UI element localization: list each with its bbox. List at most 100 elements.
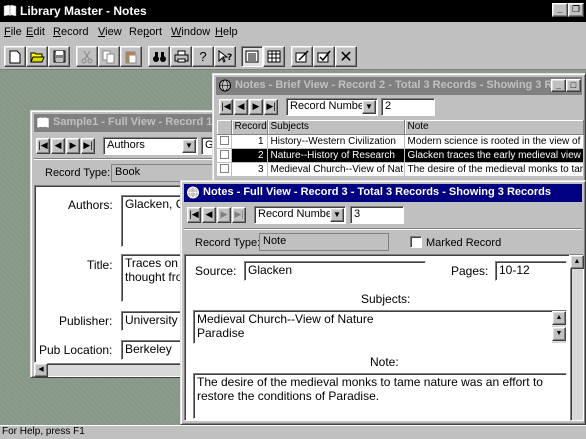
chevron-down-icon[interactable]: ▼ bbox=[330, 208, 344, 222]
menu-file[interactable]: File bbox=[4, 26, 22, 38]
scroll-left-icon[interactable]: ◀ bbox=[34, 363, 48, 377]
subjects-cell: Nature--History of Research bbox=[267, 148, 405, 163]
record-cell: 2 bbox=[231, 148, 268, 163]
prev-record-icon[interactable]: ◀ bbox=[202, 207, 216, 223]
status-bar: For Help, press F1 bbox=[0, 425, 586, 439]
app-title: Library Master - Notes bbox=[20, 4, 147, 18]
first-record-icon[interactable]: |◀ bbox=[187, 207, 201, 223]
scroll-down-icon[interactable]: ▼ bbox=[552, 327, 566, 341]
delete-record-icon[interactable]: ✕ bbox=[335, 46, 357, 67]
help-question-icon[interactable]: ? bbox=[192, 46, 214, 67]
full-view-icon[interactable] bbox=[241, 46, 263, 67]
menu-report[interactable]: Report bbox=[129, 26, 162, 38]
index-field-value: Authors bbox=[107, 139, 145, 151]
app-minimize-button[interactable]: _ bbox=[552, 3, 568, 17]
app-restore-button[interactable]: ❐ bbox=[568, 3, 584, 17]
brief-titlebar[interactable]: Notes - Brief View - Record 2 - Total 3 … bbox=[216, 77, 582, 95]
table-row[interactable]: 3 Medieval Church--View of Nat The desir… bbox=[217, 162, 584, 177]
goto-input[interactable]: 2 bbox=[381, 98, 435, 116]
open-folder-icon[interactable] bbox=[26, 46, 48, 67]
last-record-icon[interactable]: ▶| bbox=[232, 207, 246, 223]
next-record-icon[interactable]: ▶ bbox=[66, 138, 80, 154]
chevron-down-icon[interactable]: ▼ bbox=[362, 100, 376, 114]
edit-record-icon[interactable] bbox=[291, 46, 313, 67]
sample1-title: Sample1 - Full View - Record 1 - bbox=[53, 116, 220, 128]
mark-checkbox[interactable] bbox=[220, 136, 229, 146]
notes-brief-view-window: Notes - Brief View - Record 2 - Total 3 … bbox=[212, 73, 586, 183]
save-record-icon[interactable] bbox=[313, 46, 335, 67]
last-record-icon[interactable]: ▶| bbox=[264, 99, 278, 115]
col-record[interactable]: Record bbox=[231, 120, 268, 135]
notes-full-view-window: Notes - Full View - Record 3 - Total 3 R… bbox=[180, 180, 586, 425]
mark-checkbox[interactable] bbox=[220, 150, 229, 160]
marked-record-checkbox[interactable] bbox=[410, 236, 422, 248]
title-label: Title: bbox=[87, 258, 113, 272]
goto-input[interactable]: 3 bbox=[350, 206, 404, 224]
cut-scissors-icon[interactable] bbox=[76, 46, 98, 67]
next-record-icon[interactable]: ▶ bbox=[249, 99, 263, 115]
note-field[interactable]: The desire of the medieval monks to tame… bbox=[193, 373, 567, 419]
index-field-select[interactable]: Record Number ▼ bbox=[254, 206, 346, 224]
marked-record-label: Marked Record bbox=[426, 237, 502, 249]
save-disk-icon[interactable] bbox=[48, 46, 70, 67]
note-line-1: The desire of the medieval monks to tame… bbox=[197, 375, 543, 389]
prev-record-icon[interactable]: ◀ bbox=[234, 99, 248, 115]
subjects-cell: History--Western Civilization bbox=[267, 134, 405, 149]
index-field-value: Record Number bbox=[258, 208, 336, 220]
next-record-icon[interactable]: ▶ bbox=[217, 207, 231, 223]
library-book-icon bbox=[36, 116, 50, 129]
scroll-up-icon[interactable]: ▲ bbox=[552, 311, 566, 325]
index-field-value: Record Number bbox=[290, 100, 368, 112]
new-file-icon[interactable] bbox=[4, 46, 26, 67]
col-mark[interactable] bbox=[217, 120, 232, 135]
sample1-titlebar[interactable]: Sample1 - Full View - Record 1 - bbox=[34, 114, 238, 132]
menu-record[interactable]: Record bbox=[53, 26, 88, 38]
record-type-label: Record Type: bbox=[45, 167, 111, 179]
pages-label: Pages: bbox=[451, 264, 489, 278]
mark-checkbox[interactable] bbox=[220, 164, 229, 174]
svg-text:?: ? bbox=[227, 53, 232, 63]
index-field-select[interactable]: Record Number ▼ bbox=[286, 98, 378, 116]
prev-record-icon[interactable]: ◀ bbox=[51, 138, 65, 154]
brief-minimize-button[interactable]: _ bbox=[551, 79, 566, 92]
col-subjects[interactable]: Subjects bbox=[267, 120, 405, 135]
record-cell: 1 bbox=[231, 134, 268, 149]
col-note[interactable]: Note bbox=[404, 120, 584, 135]
print-printer-icon[interactable] bbox=[170, 46, 192, 67]
record-type-label: Record Type: bbox=[195, 237, 261, 249]
brief-maximize-button[interactable]: □ bbox=[566, 79, 581, 92]
menubar: File Edit Record View Report Window Help bbox=[0, 22, 586, 42]
subject-line-1: Medieval Church--View of Nature bbox=[197, 312, 374, 326]
find-binoculars-icon[interactable] bbox=[148, 46, 170, 67]
index-field-select[interactable]: Authors ▼ bbox=[103, 137, 198, 155]
full-form-area: Source: Glacken Pages: 10-12 Subjects: M… bbox=[184, 254, 570, 421]
brief-title: Notes - Brief View - Record 2 - Total 3 … bbox=[235, 79, 568, 91]
first-record-icon[interactable]: |◀ bbox=[219, 99, 233, 115]
note-label: Note: bbox=[370, 355, 399, 369]
menu-window[interactable]: Window bbox=[171, 26, 210, 38]
table-row-selected[interactable]: 2 Nature--History of Research Glacken tr… bbox=[217, 148, 584, 163]
menu-help[interactable]: Help bbox=[215, 26, 238, 38]
subject-line-2: Paradise bbox=[197, 326, 245, 340]
menu-view[interactable]: View bbox=[98, 26, 122, 38]
app-titlebar: Library Master - Notes _ ❐ bbox=[0, 0, 586, 22]
full-vertical-scrollbar[interactable]: ▲ bbox=[570, 254, 584, 421]
scroll-up-icon[interactable]: ▲ bbox=[570, 255, 584, 269]
record-cell: 3 bbox=[231, 162, 268, 177]
chevron-down-icon[interactable]: ▼ bbox=[182, 139, 196, 153]
paste-clipboard-icon[interactable] bbox=[120, 46, 142, 67]
first-record-icon[interactable]: |◀ bbox=[36, 138, 50, 154]
copy-icon[interactable] bbox=[98, 46, 120, 67]
brief-view-icon[interactable] bbox=[263, 46, 285, 67]
menu-edit[interactable]: Edit bbox=[26, 26, 45, 38]
pages-field[interactable]: 10-12 bbox=[495, 261, 567, 281]
context-help-icon[interactable]: ? bbox=[214, 46, 236, 67]
source-field[interactable]: Glacken bbox=[244, 261, 426, 281]
full-titlebar[interactable]: Notes - Full View - Record 3 - Total 3 R… bbox=[184, 184, 582, 202]
subjects-label: Subjects: bbox=[361, 292, 411, 306]
last-record-icon[interactable]: ▶| bbox=[81, 138, 95, 154]
table-row[interactable]: 1 History--Western Civilization Modern s… bbox=[217, 134, 584, 149]
status-text: For Help, press F1 bbox=[2, 426, 85, 437]
subjects-field[interactable]: Medieval Church--View of Nature Paradise… bbox=[193, 310, 567, 344]
brief-records-table: Record Subjects Note 1 History--Western … bbox=[217, 120, 584, 177]
